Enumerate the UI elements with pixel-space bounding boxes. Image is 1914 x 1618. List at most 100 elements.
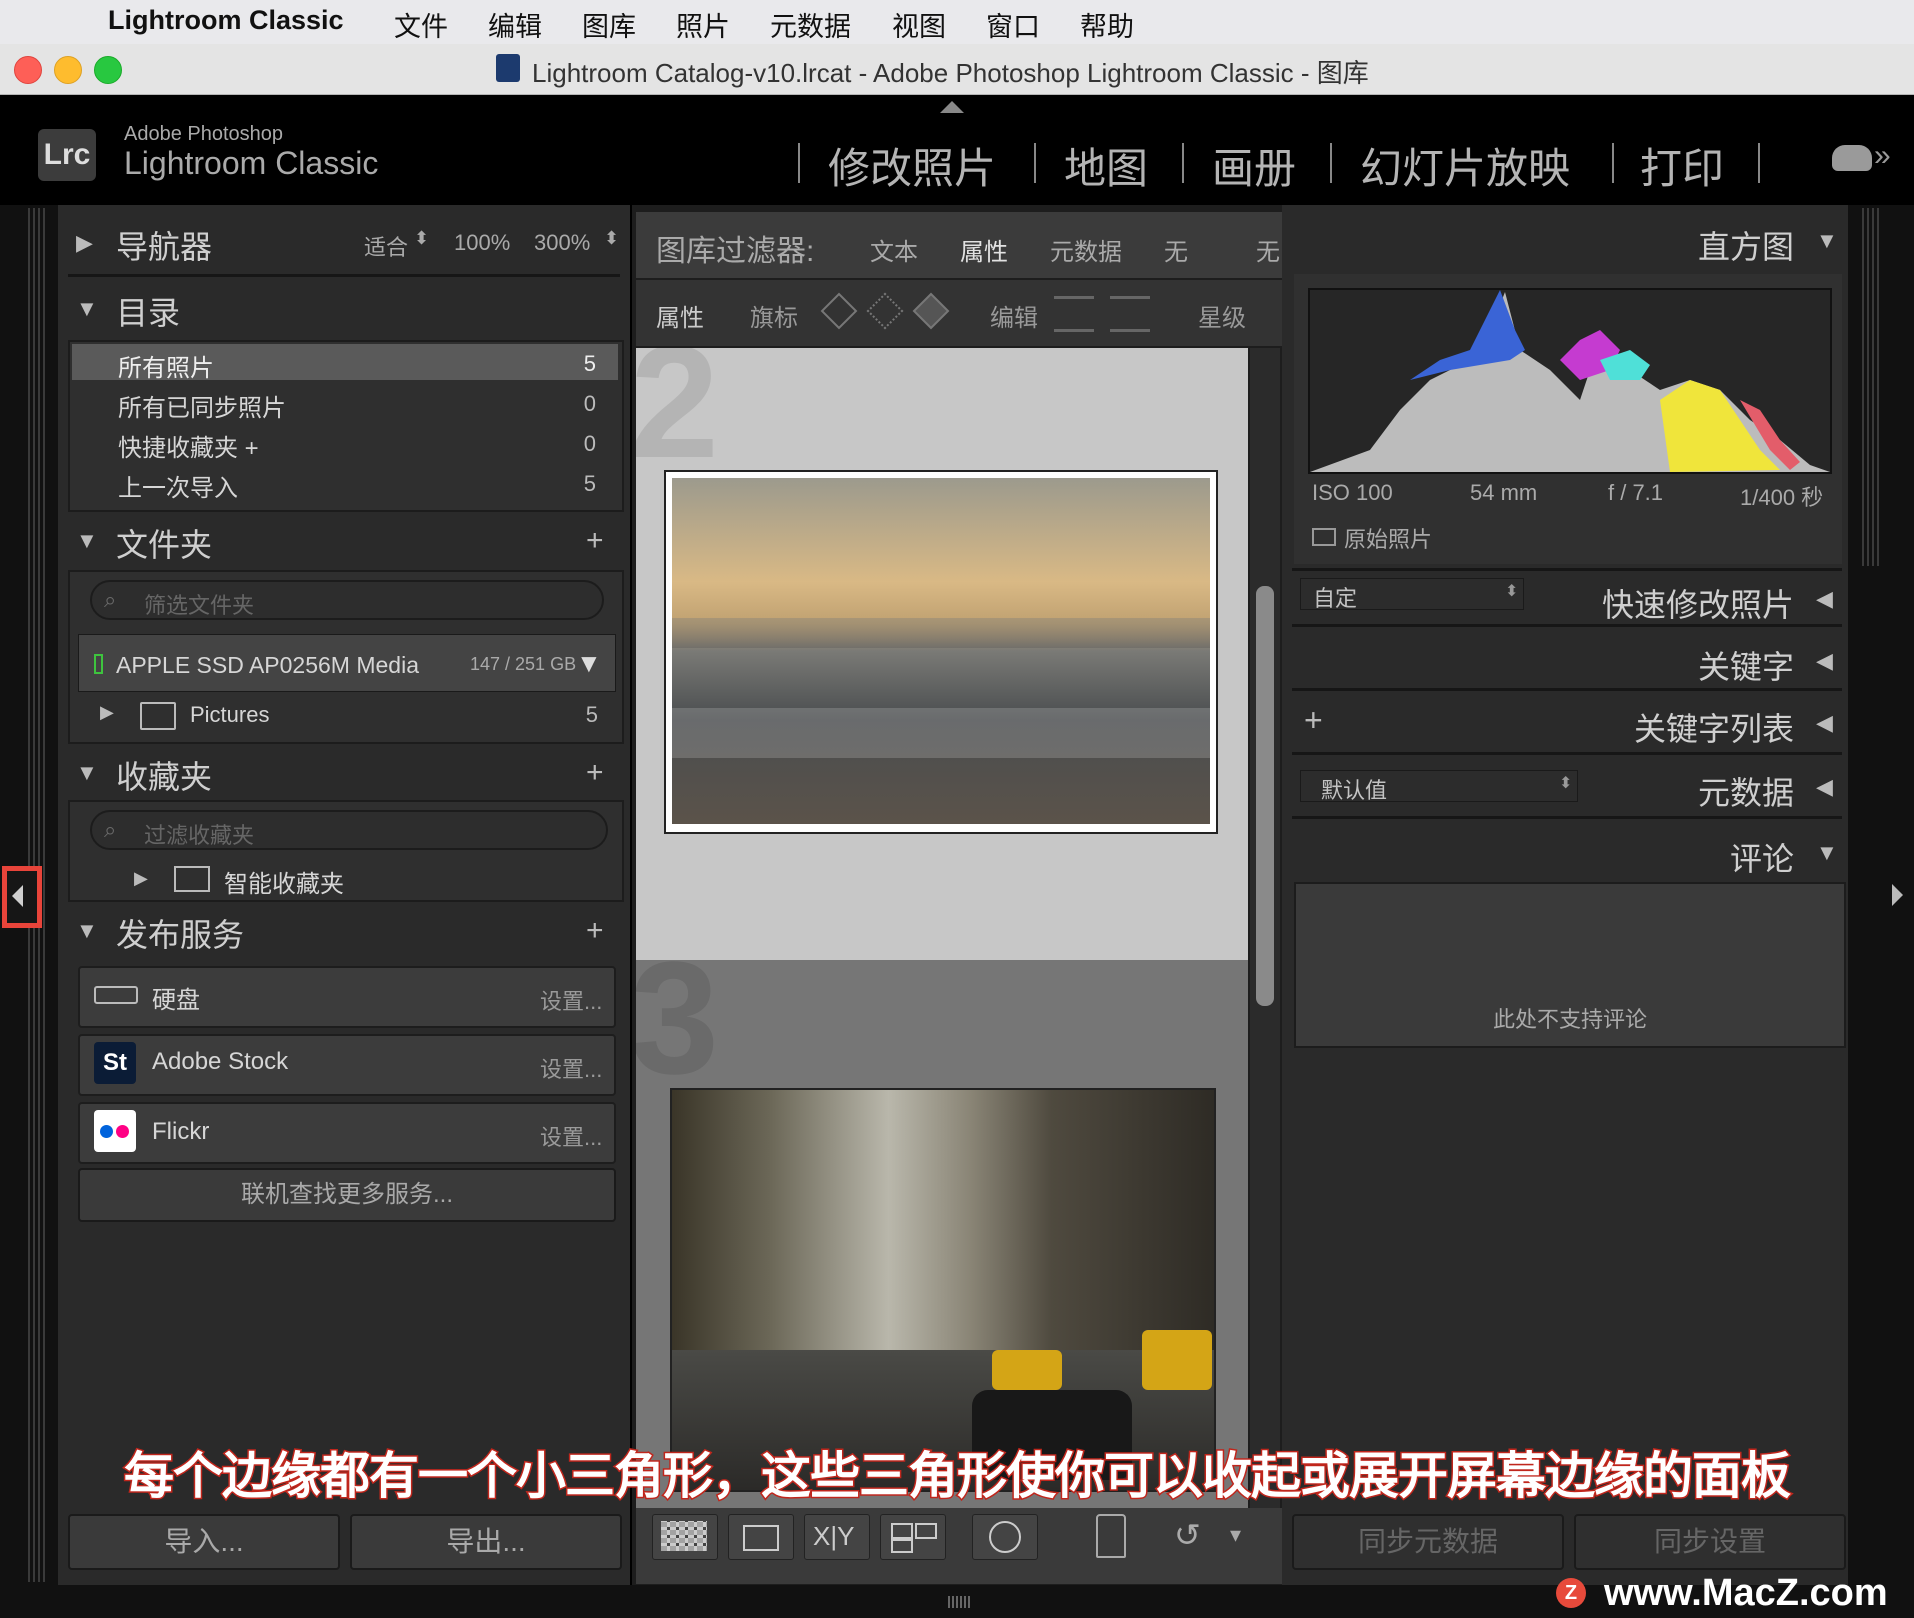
collection-filter-input[interactable]: ⌕ 过滤收藏夹 [90, 810, 608, 850]
close-window-button[interactable] [14, 56, 42, 84]
city-street-photo[interactable] [670, 1088, 1216, 1492]
right-panel-scroll-grip[interactable] [1862, 208, 1882, 566]
comments-collapse-triangle[interactable]: ▼ [1816, 840, 1838, 866]
comments-title[interactable]: 评论 [1560, 834, 1794, 880]
unedited-filter-icon[interactable] [1110, 296, 1150, 332]
menu-app-name[interactable]: Lightroom Classic [108, 5, 344, 36]
filter-tab-none[interactable]: 无 [1164, 232, 1188, 267]
grid-cell-selected[interactable]: 2 [636, 348, 1248, 960]
folder-name[interactable]: Pictures [190, 702, 269, 728]
collapse-right-panel-triangle[interactable] [1892, 884, 1903, 906]
navigator-title[interactable]: 导航器 [116, 222, 212, 268]
flag-reject-icon[interactable] [912, 292, 950, 330]
catalog-item-label[interactable]: 所有已同步照片 [118, 388, 286, 423]
export-button[interactable]: 导出... [350, 1514, 622, 1570]
zoom-window-button[interactable] [94, 56, 122, 84]
metadata-preset-select[interactable]: 默认值 ⬍ [1300, 770, 1578, 803]
toolbar-options-chevron-icon[interactable]: ▾ [1230, 1522, 1241, 1548]
keywording-title[interactable]: 关键字 [1560, 642, 1794, 688]
histogram-title[interactable]: 直方图 [1600, 222, 1794, 268]
menu-library[interactable]: 图库 [582, 5, 636, 44]
more-modules-icon[interactable]: » [1874, 139, 1891, 173]
grid-cell[interactable]: 3 [636, 928, 1248, 1508]
menu-window[interactable]: 窗口 [986, 5, 1040, 44]
publish-service-setup[interactable]: 设置... [540, 1120, 602, 1152]
menu-file[interactable]: 文件 [394, 5, 448, 44]
add-publish-service-icon[interactable]: + [586, 914, 604, 948]
quick-develop-expand-triangle[interactable]: ◀ [1816, 586, 1833, 612]
module-map[interactable]: 地图 [1064, 135, 1148, 196]
metadata-expand-triangle[interactable]: ◀ [1816, 774, 1833, 800]
publish-service-setup[interactable]: 设置... [540, 984, 602, 1016]
catalog-title[interactable]: 目录 [116, 288, 180, 334]
navigator-expand-triangle[interactable]: ▶ [76, 230, 93, 256]
grid-scrollbar-thumb[interactable] [1256, 586, 1274, 1006]
find-more-services-button[interactable]: 联机查找更多服务... [78, 1168, 616, 1222]
grid-view-button[interactable] [652, 1514, 718, 1560]
publish-collapse-triangle[interactable]: ▼ [76, 918, 98, 944]
publish-title[interactable]: 发布服务 [116, 910, 244, 956]
people-view-button[interactable] [972, 1514, 1038, 1560]
module-book[interactable]: 画册 [1212, 135, 1296, 196]
zoom-100[interactable]: 100% [454, 230, 510, 256]
catalog-item-label[interactable]: 上一次导入 [118, 468, 238, 503]
collapse-top-panel-triangle[interactable] [940, 101, 964, 113]
sync-metadata-button[interactable]: 同步元数据 [1292, 1514, 1564, 1570]
rotate-icon[interactable]: ↺ [1174, 1516, 1201, 1554]
cloud-sync-icon[interactable] [1832, 145, 1872, 171]
menu-help[interactable]: 帮助 [1080, 5, 1134, 44]
flag-unflagged-icon[interactable] [866, 292, 904, 330]
survey-view-button[interactable] [880, 1514, 946, 1560]
zoom-fit[interactable]: 适合 [364, 230, 408, 262]
smart-collection-label[interactable]: 智能收藏夹 [224, 864, 344, 899]
quick-develop-preset-select[interactable]: 自定 ⬍ [1300, 578, 1524, 611]
keyword-list-expand-triangle[interactable]: ◀ [1816, 710, 1833, 736]
flag-pick-icon[interactable] [820, 292, 858, 330]
module-slideshow[interactable]: 幻灯片放映 [1360, 135, 1570, 196]
collections-title[interactable]: 收藏夹 [116, 752, 212, 798]
zoom-custom-stepper-icon[interactable]: ⬍ [604, 228, 619, 249]
histogram-collapse-triangle[interactable]: ▼ [1816, 228, 1838, 254]
keyword-list-title[interactable]: 关键字列表 [1560, 704, 1794, 750]
add-keyword-button[interactable]: + [1304, 702, 1323, 739]
zoom-300[interactable]: 300% [534, 230, 590, 256]
metadata-title[interactable]: 元数据 [1560, 768, 1794, 814]
module-develop[interactable]: 修改照片 [828, 135, 996, 196]
menu-view[interactable]: 视图 [892, 5, 946, 44]
original-photo-checkbox[interactable] [1312, 528, 1336, 546]
catalog-item-label[interactable]: 快捷收藏夹 + [118, 428, 259, 463]
keywording-expand-triangle[interactable]: ◀ [1816, 648, 1833, 674]
menu-edit[interactable]: 编辑 [488, 5, 542, 44]
add-collection-icon[interactable]: + [586, 756, 604, 790]
catalog-collapse-triangle[interactable]: ▼ [76, 296, 98, 322]
compare-view-button[interactable]: X|Y [804, 1514, 870, 1560]
folders-title[interactable]: 文件夹 [116, 520, 212, 566]
module-print[interactable]: 打印 [1640, 135, 1724, 196]
collapse-bottom-panel-grip[interactable] [948, 1596, 972, 1608]
collections-collapse-triangle[interactable]: ▼ [76, 760, 98, 786]
catalog-item-label[interactable]: 所有照片 [118, 348, 214, 383]
loupe-view-button[interactable] [728, 1514, 794, 1560]
edited-filter-icon[interactable] [1054, 296, 1094, 332]
folder-expand-triangle[interactable]: ▶ [100, 702, 114, 723]
beach-photo[interactable] [672, 478, 1210, 824]
folders-collapse-triangle[interactable]: ▼ [76, 528, 98, 554]
publish-service-setup[interactable]: 设置... [540, 1052, 602, 1084]
minimize-window-button[interactable] [54, 56, 82, 84]
filter-tab-attribute[interactable]: 属性 [960, 232, 1008, 267]
menu-photo[interactable]: 照片 [676, 5, 730, 44]
filter-overflow[interactable]: 无 [1256, 232, 1280, 267]
collapse-left-panel-triangle[interactable] [12, 885, 23, 907]
filter-tab-metadata[interactable]: 元数据 [1050, 232, 1122, 267]
folder-filter-input[interactable]: ⌕ 筛选文件夹 [90, 580, 604, 620]
add-folder-icon[interactable]: + [586, 524, 604, 558]
sync-settings-button[interactable]: 同步设置 [1574, 1514, 1846, 1570]
painter-spray-icon[interactable] [1096, 1514, 1126, 1558]
quick-develop-title[interactable]: 快速修改照片 [1560, 580, 1794, 626]
filter-tab-text[interactable]: 文本 [870, 232, 918, 267]
menu-metadata[interactable]: 元数据 [770, 5, 851, 44]
smart-collection-expand-triangle[interactable]: ▶ [134, 868, 148, 889]
volume-menu-triangle[interactable]: ▼ [576, 648, 602, 679]
zoom-fit-stepper-icon[interactable]: ⬍ [414, 228, 429, 249]
import-button[interactable]: 导入... [68, 1514, 340, 1570]
